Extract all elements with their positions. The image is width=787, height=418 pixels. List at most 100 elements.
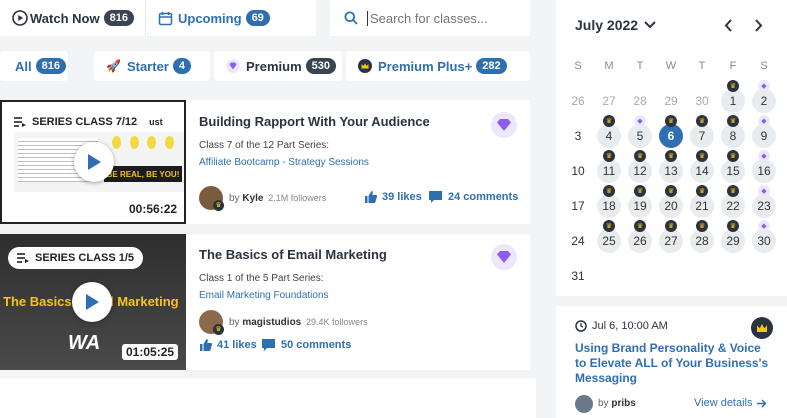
calendar-day[interactable]: 15 [721,159,745,183]
calendar-day[interactable]: 3 [566,124,590,148]
series-badge: SERIES CLASS 1/5 [8,247,144,269]
series-link[interactable]: Affiliate Bootcamp - Strategy Sessions [199,157,369,168]
calendar-day[interactable]: 9 [752,124,776,148]
calendar-day[interactable]: 30 [752,229,776,253]
filter-premium-count: 530 [305,58,336,74]
class-thumbnail[interactable]: BE REAL, BE YOU! SERIES CLASS 7/12 ust 0… [0,100,186,224]
calendar-day[interactable]: 29 [721,229,745,253]
calendar-day[interactable]: 8 [721,124,745,148]
author-avatar[interactable]: ♛ [199,310,224,335]
weekday-header: S [574,60,582,72]
calendar-day[interactable]: 25 [597,229,621,253]
calendar-day-selected[interactable]: 6 [659,124,683,148]
search-input[interactable] [367,10,517,26]
calendar-day[interactable]: 31 [566,264,590,288]
series-link[interactable]: Email Marketing Foundations [199,290,329,301]
calendar-day[interactable]: 21 [690,194,714,218]
author-name[interactable]: Kyle [242,193,263,204]
crown-icon: ♛ [603,220,615,232]
calendar-day[interactable]: 28 [690,229,714,253]
likes-count: 41 likes [217,339,257,351]
crown-icon: ♛ [213,324,224,335]
author-avatar[interactable]: ♛ [199,186,224,211]
calendar-day[interactable]: 16 [752,159,776,183]
tab-watch-now-label: Watch Now [30,10,100,26]
crown-icon: ♛ [603,185,615,197]
weekday-header: T [698,60,706,72]
upcoming-count: 69 [245,10,270,26]
filter-premium-label: Premium [246,58,302,74]
filter-premium[interactable]: Premium 530 [214,51,342,81]
event-author-avatar[interactable] [575,395,593,413]
likes-count: 39 likes [382,191,422,203]
play-button[interactable] [74,142,114,182]
calendar-day[interactable]: 30 [690,89,714,113]
list-icon [14,117,26,127]
class-card[interactable]: BE REAL, BE YOU! SERIES CLASS 7/12 ust 0… [0,100,530,224]
calendar-day[interactable]: 24 [566,229,590,253]
prev-month-button[interactable] [724,19,733,37]
calendar-day[interactable]: 27 [597,89,621,113]
likes-button[interactable]: 39 likes [364,190,422,204]
premium-gem-badge [491,112,517,138]
view-details-link[interactable]: View details [694,397,767,409]
calendar-day[interactable]: 5 [628,124,652,148]
calendar-day[interactable]: 27 [659,229,683,253]
calendar-day[interactable]: 4 [597,124,621,148]
tab-watch-now[interactable]: Watch Now 816 [12,9,134,27]
event-author-name[interactable]: pribs [611,398,635,409]
filter-premium-plus[interactable]: Premium Plus+ 282 [346,51,530,81]
calendar-day[interactable]: 7 [690,124,714,148]
filter-starter[interactable]: 🚀 Starter 4 [94,51,210,81]
likes-button[interactable]: 41 likes [199,338,257,352]
calendar-day[interactable]: 19 [628,194,652,218]
calendar-day[interactable]: 22 [721,194,745,218]
calendar-day[interactable]: 18 [597,194,621,218]
filter-all[interactable]: All 816 [0,51,68,81]
calendar-day[interactable]: 13 [659,159,683,183]
search-box[interactable] [330,0,530,36]
calendar-day[interactable]: 10 [566,159,590,183]
duration-label: 00:56:22 [126,202,181,216]
calendar-day[interactable]: 11 [597,159,621,183]
event-time-row: Jul 6, 10:00 AM [575,320,668,332]
class-thumbnail[interactable]: SERIES CLASS 1/5 The Basics o l Marketin… [0,234,186,370]
class-card[interactable]: SERIES CLASS 1/5 The Basics o l Marketin… [0,234,530,370]
crown-icon: ♛ [665,220,677,232]
calendar-icon [158,11,173,25]
calendar-day[interactable]: 1 [721,89,745,113]
calendar-day[interactable]: 23 [752,194,776,218]
comment-icon [429,191,442,203]
view-details-label: View details [694,397,753,409]
crown-icon: ♛ [213,200,224,211]
tab-upcoming[interactable]: Upcoming 69 [158,9,270,27]
calendar-day[interactable]: 2 [752,89,776,113]
calendar-day[interactable]: 17 [566,194,590,218]
class-title[interactable]: Building Rapport With Your Audience [199,114,430,129]
lightbulbs-graphic [108,136,178,160]
class-title[interactable]: The Basics of Email Marketing [199,247,387,262]
event-title[interactable]: Using Brand Personality & Voice to Eleva… [575,341,775,386]
crown-icon: ♛ [634,185,646,197]
event-author-line: by pribs [598,398,636,409]
class-subtitle: Class 1 of the 5 Part Series: [199,273,324,284]
calendar-day[interactable]: 29 [659,89,683,113]
calendar-day[interactable]: 20 [659,194,683,218]
calendar-day[interactable]: 14 [690,159,714,183]
gem-icon [497,119,511,131]
calendar-day[interactable]: 12 [628,159,652,183]
author-name[interactable]: magistudios [242,317,301,328]
calendar-day[interactable]: 26 [566,89,590,113]
chevron-down-icon [644,21,656,29]
event-crown-badge [751,317,773,339]
author-prefix: by [229,193,240,204]
play-button[interactable] [72,282,112,322]
crown-icon: ♛ [634,220,646,232]
calendar-day[interactable]: 26 [628,229,652,253]
calendar-day[interactable]: 28 [628,89,652,113]
class-subtitle: Class 7 of the 12 Part Series: [199,140,330,151]
next-month-button[interactable] [754,19,763,37]
comments-button[interactable]: 24 comments [428,190,518,204]
comments-button[interactable]: 50 comments [261,338,351,352]
month-selector[interactable]: July 2022 [575,17,656,33]
